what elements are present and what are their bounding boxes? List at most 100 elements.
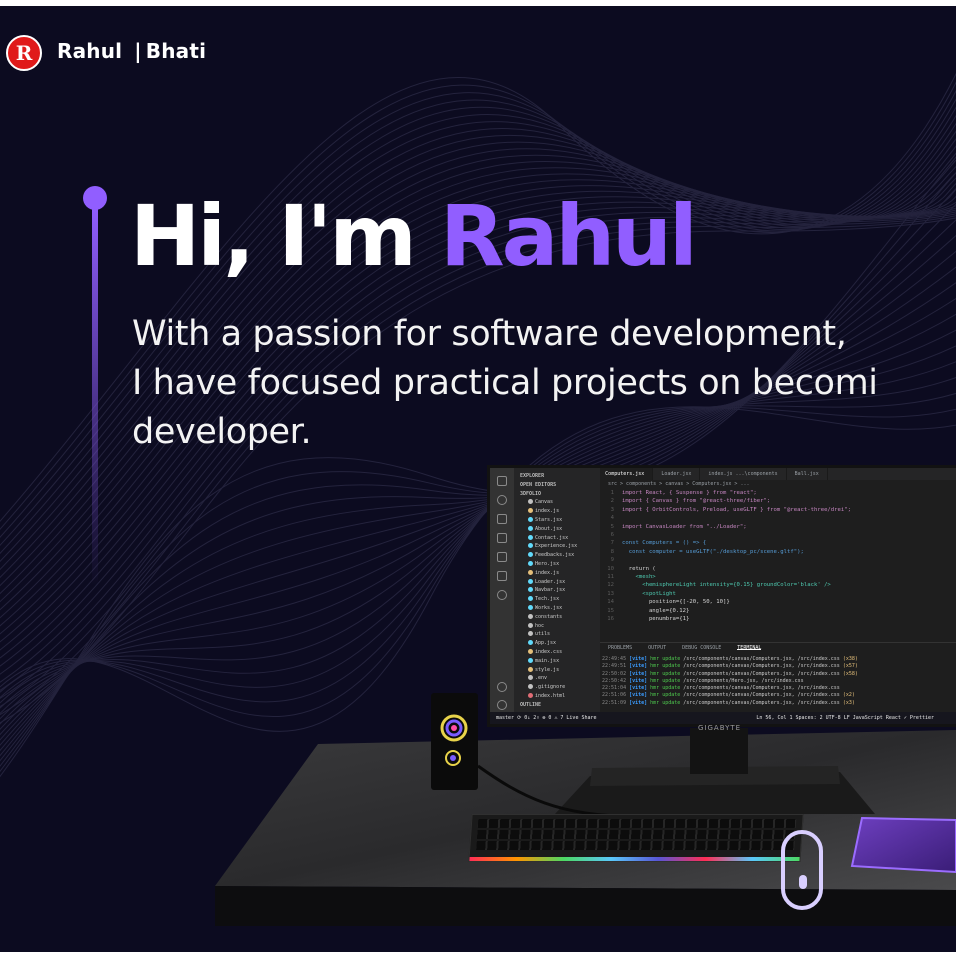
- settings-gear-icon[interactable]: [497, 700, 507, 710]
- scroll-indicator-mouse[interactable]: [781, 830, 823, 910]
- file-name: Hero.jsx: [535, 560, 560, 567]
- line-number: 9: [610, 557, 614, 564]
- explorer-file[interactable]: Canvas: [514, 498, 600, 507]
- keyboard: [468, 814, 804, 862]
- terminal-message: /src/components/canvas/Computers.jsx, /s…: [683, 685, 840, 692]
- line-number: 14: [607, 599, 614, 606]
- panel-tab[interactable]: TERMINAL: [737, 645, 762, 651]
- terminal-tag: [vite]: [629, 685, 648, 692]
- run-debug-icon[interactable]: [497, 533, 507, 543]
- terminal-count: (x58): [842, 670, 858, 677]
- explorer-file[interactable]: .env: [514, 674, 600, 683]
- file-type-icon: [528, 675, 533, 681]
- code-line: 9: [600, 556, 956, 564]
- file-type-icon: [528, 622, 533, 628]
- code-text: angle={0.12}: [622, 607, 690, 614]
- speaker-rings: [440, 714, 468, 766]
- remote-icon[interactable]: [497, 571, 507, 581]
- explorer-file[interactable]: Contact.jsx: [514, 534, 600, 543]
- file-name: About.jsx: [535, 525, 563, 532]
- explorer-file[interactable]: Navbar.jsx: [514, 586, 600, 595]
- explorer-file[interactable]: style.js: [514, 666, 600, 675]
- explorer-file[interactable]: App.jsx: [514, 639, 600, 648]
- terminal-message: /src/components/canvas/Computers.jsx, /s…: [683, 656, 840, 662]
- file-name: Contact.jsx: [535, 534, 569, 541]
- terminal-line: 22:51:06 [vite] hmr update/src/components/…: [602, 692, 956, 699]
- explorer-file[interactable]: Loader.jsx: [514, 578, 600, 587]
- terminal-output[interactable]: 22:49:45 [vite] hmr update/src/components/…: [600, 656, 956, 712]
- file-name: Tech.jsx: [535, 596, 560, 603]
- explorer-file[interactable]: index.js: [514, 569, 600, 578]
- code-line: 6: [600, 531, 956, 539]
- files-icon[interactable]: [497, 476, 507, 486]
- explorer-file[interactable]: Feedbacks.jsx: [514, 551, 600, 560]
- key-row: [476, 841, 795, 850]
- code-line: 8 const computer = useGLTF("./desktop_pc…: [600, 548, 956, 556]
- status-bar: master ⟳ 0↓ 2↑ ⊗ 0 ⚠ 7 Live Share Ln 56,…: [490, 712, 956, 724]
- explorer-file[interactable]: Works.jsx: [514, 604, 600, 613]
- explorer-file[interactable]: About.jsx: [514, 525, 600, 534]
- file-type-icon: [528, 684, 533, 690]
- explorer-file[interactable]: Stars.jsx: [514, 516, 600, 525]
- line-number: 5: [610, 523, 614, 530]
- status-right[interactable]: Ln 56, Col 1 Spaces: 2 UTF-8 LF JavaScri…: [756, 715, 934, 721]
- explorer-file[interactable]: index.js: [514, 507, 600, 516]
- terminal-line: 22:51:04 [vite] hmr update/src/components/…: [602, 685, 956, 692]
- scroll-wheel: [799, 875, 807, 889]
- panel-tab[interactable]: PROBLEMS: [608, 645, 632, 651]
- editor-tab[interactable]: Computers.jsx: [597, 468, 654, 480]
- outline-section[interactable]: OUTLINE: [514, 701, 541, 710]
- file-name: Feedbacks.jsx: [535, 552, 575, 559]
- terminal-tag: [vite]: [629, 670, 648, 677]
- file-type-icon: [528, 613, 533, 619]
- code-line: 11 <mesh>: [600, 573, 956, 581]
- terminal-count: (x2): [842, 692, 855, 699]
- code-line: 14 position={[-20, 50, 10]}: [600, 598, 956, 606]
- file-name: .env: [535, 675, 548, 682]
- project-folder[interactable]: 3DFOLIO: [514, 490, 600, 499]
- source-control-icon[interactable]: [497, 514, 507, 524]
- code-editor[interactable]: src > components > canvas > Computers.js…: [600, 480, 956, 640]
- explorer-file[interactable]: Experience.jsx: [514, 542, 600, 551]
- file-type-icon: [528, 631, 533, 637]
- code-line: 1 import React, { Suspense } from "react"…: [600, 489, 956, 497]
- file-name: Experience.jsx: [535, 543, 578, 550]
- file-type-icon: [528, 569, 533, 575]
- editor-tab[interactable]: Loader.jsx: [653, 468, 701, 480]
- code-line: 5 import CanvasLoader from "../Loader";: [600, 523, 956, 531]
- code-line: 13 <spotLight: [600, 590, 956, 598]
- extensions-icon[interactable]: [497, 552, 507, 562]
- code-line: 12 <hemisphereLight intensity={0.15} gro…: [600, 581, 956, 589]
- file-name: main.jsx: [535, 657, 560, 664]
- explorer-file[interactable]: main.jsx: [514, 657, 600, 666]
- line-number: 3: [610, 506, 614, 513]
- line-number: 16: [607, 616, 614, 623]
- monitor-brand-label: GIGABYTE: [698, 724, 742, 732]
- explorer-file[interactable]: .gitignore: [514, 683, 600, 692]
- panel-tab[interactable]: OUTPUT: [648, 645, 666, 651]
- explorer-file[interactable]: hoc: [514, 622, 600, 631]
- explorer-file[interactable]: utils: [514, 630, 600, 639]
- breadcrumb[interactable]: src > components > canvas > Computers.js…: [600, 480, 956, 489]
- code-text: return (: [622, 565, 656, 572]
- search-icon[interactable]: [497, 495, 507, 505]
- explorer-file[interactable]: index.css: [514, 648, 600, 657]
- editor-tab[interactable]: Ball.jsx: [787, 468, 828, 480]
- code-line: 4: [600, 514, 956, 522]
- panel-tab[interactable]: DEBUG CONSOLE: [682, 645, 721, 651]
- editor-tab[interactable]: index.js ...\components: [700, 468, 787, 480]
- file-name: hoc: [535, 622, 545, 629]
- terminal-line: 22:51:09 [vite] hmr update/src/components/…: [602, 700, 956, 707]
- terminal-timestamp: 22:51:04: [602, 685, 627, 692]
- status-left[interactable]: master ⟳ 0↓ 2↑ ⊗ 0 ⚠ 7 Live Share: [496, 715, 597, 721]
- file-type-icon: [528, 560, 533, 566]
- explorer-file[interactable]: Hero.jsx: [514, 560, 600, 569]
- explorer-file[interactable]: constants: [514, 613, 600, 622]
- explorer-file[interactable]: Tech.jsx: [514, 595, 600, 604]
- file-type-icon: [528, 640, 533, 646]
- file-name: constants: [535, 613, 563, 620]
- explorer-file[interactable]: index.html: [514, 692, 600, 701]
- timeline-icon[interactable]: [497, 590, 507, 600]
- open-editors-section[interactable]: OPEN EDITORS: [514, 481, 600, 490]
- account-icon[interactable]: [497, 682, 507, 692]
